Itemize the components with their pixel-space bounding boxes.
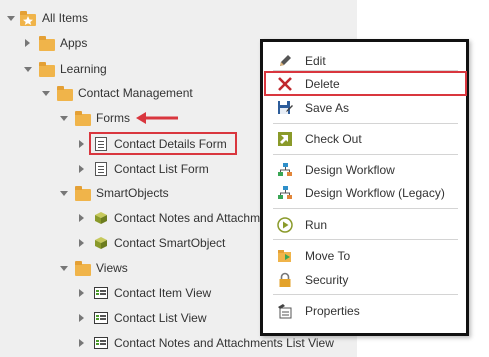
expand-arrow-icon[interactable] [7,16,15,21]
collapse-arrow-icon[interactable] [79,165,84,173]
tree-item-label: Contact Management [78,86,193,100]
context-menu: Edit Delete Save As Check Out Design Wor… [260,39,469,336]
menu-item-label: Move To [305,249,351,263]
collapse-arrow-icon[interactable] [79,239,84,247]
tree-item-label: Forms [96,111,130,125]
tree-item-contact-list-form[interactable]: Contact List Form [0,158,240,180]
tree-item-label: Learning [60,62,107,76]
smartobject-icon [95,237,107,249]
check-out-icon [278,132,292,146]
menu-item-label: Run [305,218,328,232]
workflow-icon [278,163,292,176]
collapse-arrow-icon[interactable] [79,140,84,148]
view-icon [94,337,108,349]
tree-item-all-items[interactable]: All Items [0,7,140,29]
folder-icon [39,62,55,77]
workflow-legacy-icon [278,186,292,199]
menu-separator [273,154,458,155]
menu-item-label: Properties [305,304,360,318]
menu-separator [273,123,458,124]
menu-item-label: Check Out [305,132,362,146]
expand-arrow-icon[interactable] [60,116,68,121]
tree-item-label: Apps [60,36,88,50]
collapse-arrow-icon[interactable] [25,39,30,47]
expand-arrow-icon[interactable] [60,191,68,196]
menu-item-edit[interactable]: Edit [263,50,466,72]
form-icon [95,162,107,176]
collapse-arrow-icon[interactable] [79,339,84,347]
move-to-icon [278,250,291,262]
tree-item-label: Views [96,261,128,275]
tree-item-forms[interactable]: Forms [0,107,140,129]
tree-item-label: All Items [42,11,89,25]
collapse-arrow-icon[interactable] [79,314,84,322]
tree-item-contact-item-view[interactable]: Contact Item View [0,282,260,304]
menu-item-label: Design Workflow [305,163,395,177]
menu-item-properties[interactable]: Properties [263,300,466,322]
tree-item-views[interactable]: Views [0,257,140,279]
menu-item-design-workflow-legacy[interactable]: Design Workflow (Legacy) [263,182,466,204]
properties-icon [278,304,292,319]
expand-arrow-icon[interactable] [60,266,68,271]
tree-item-contact-smartobject[interactable]: Contact SmartObject [0,232,240,254]
view-icon [94,287,108,299]
tree-item-label: Contact Item View [114,286,212,300]
tree-item-apps[interactable]: Apps [0,32,140,54]
star-folder-icon [20,11,36,26]
menu-item-label: Save As [305,101,350,115]
tree-item-label: SmartObjects [96,186,169,200]
tree-item-label: Contact Notes and Attachments List View [114,336,334,350]
run-icon [277,217,293,233]
folder-icon [75,261,91,276]
expand-arrow-icon[interactable] [42,91,50,96]
folder-icon [57,86,73,101]
tree-item-label: Contact List View [114,311,207,325]
tree-item-label: Contact Notes and Attachm [114,211,261,225]
tree-item-contact-notes-smartobject[interactable]: Contact Notes and Attachm [0,207,260,229]
folder-icon [39,36,55,51]
menu-separator [273,239,458,240]
menu-item-design-workflow[interactable]: Design Workflow [263,159,466,181]
menu-item-check-out[interactable]: Check Out [263,128,466,150]
highlight-box [89,132,237,155]
save-as-icon [278,101,293,114]
menu-separator [273,294,458,295]
collapse-arrow-icon[interactable] [79,289,84,297]
pointer-arrow-icon [136,112,178,124]
expand-arrow-icon[interactable] [24,67,32,72]
folder-icon [75,186,91,201]
tree-item-label: Contact SmartObject [114,236,226,250]
folder-icon [75,111,91,126]
tree-item-label: Contact List Form [114,162,209,176]
menu-item-move-to[interactable]: Move To [263,245,466,267]
menu-item-save-as[interactable]: Save As [263,97,466,119]
menu-item-label: Design Workflow (Legacy) [305,186,445,200]
smartobject-icon [95,212,107,224]
tree-item-learning[interactable]: Learning [0,58,140,80]
menu-separator [273,208,458,209]
view-icon [94,312,108,324]
tree-item-contact-list-view[interactable]: Contact List View [0,307,260,329]
menu-item-security[interactable]: Security [263,269,466,291]
tree-item-contact-management[interactable]: Contact Management [0,82,240,104]
menu-item-run[interactable]: Run [263,214,466,236]
menu-item-label: Security [305,273,349,287]
menu-item-label: Edit [305,54,326,68]
highlight-box [264,71,467,96]
tree-item-smartobjects[interactable]: SmartObjects [0,182,240,204]
lock-icon [279,272,291,287]
collapse-arrow-icon[interactable] [79,214,84,222]
pencil-icon [280,55,291,66]
